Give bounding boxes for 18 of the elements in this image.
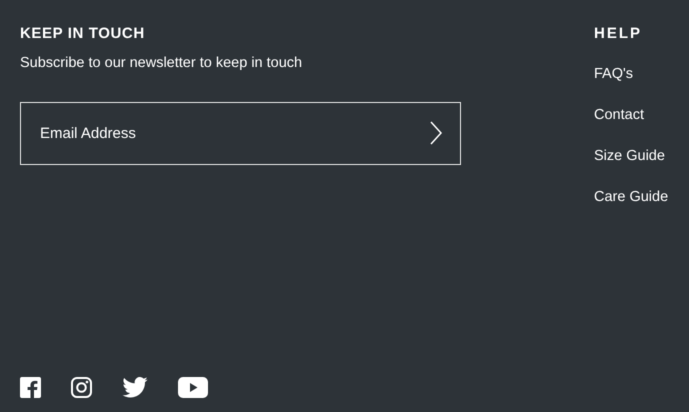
help-link[interactable]: Size Guide — [594, 147, 674, 165]
subtitle: Subscribe to our newsletter to keep in touch — [20, 54, 304, 72]
help-link[interactable]: Care Guide — [594, 188, 674, 206]
section-heading: KEEP IN TOUCH — [20, 25, 146, 43]
instagram-icon — [71, 377, 92, 398]
chevron-right-icon — [429, 121, 443, 145]
social-link[interactable] — [71, 377, 92, 398]
email-field[interactable]: Email Address — [20, 102, 461, 165]
section-heading: HELP — [594, 25, 644, 43]
social-link[interactable] — [20, 377, 41, 398]
bird-icon — [122, 377, 148, 398]
help-link[interactable]: Contact — [594, 106, 674, 124]
help-link[interactable]: FAQ's — [594, 65, 674, 83]
social-link[interactable] — [122, 377, 148, 398]
play-icon — [178, 377, 208, 398]
social-link[interactable] — [178, 377, 208, 398]
facebook-icon — [20, 377, 41, 398]
submit-button[interactable] — [429, 121, 443, 145]
